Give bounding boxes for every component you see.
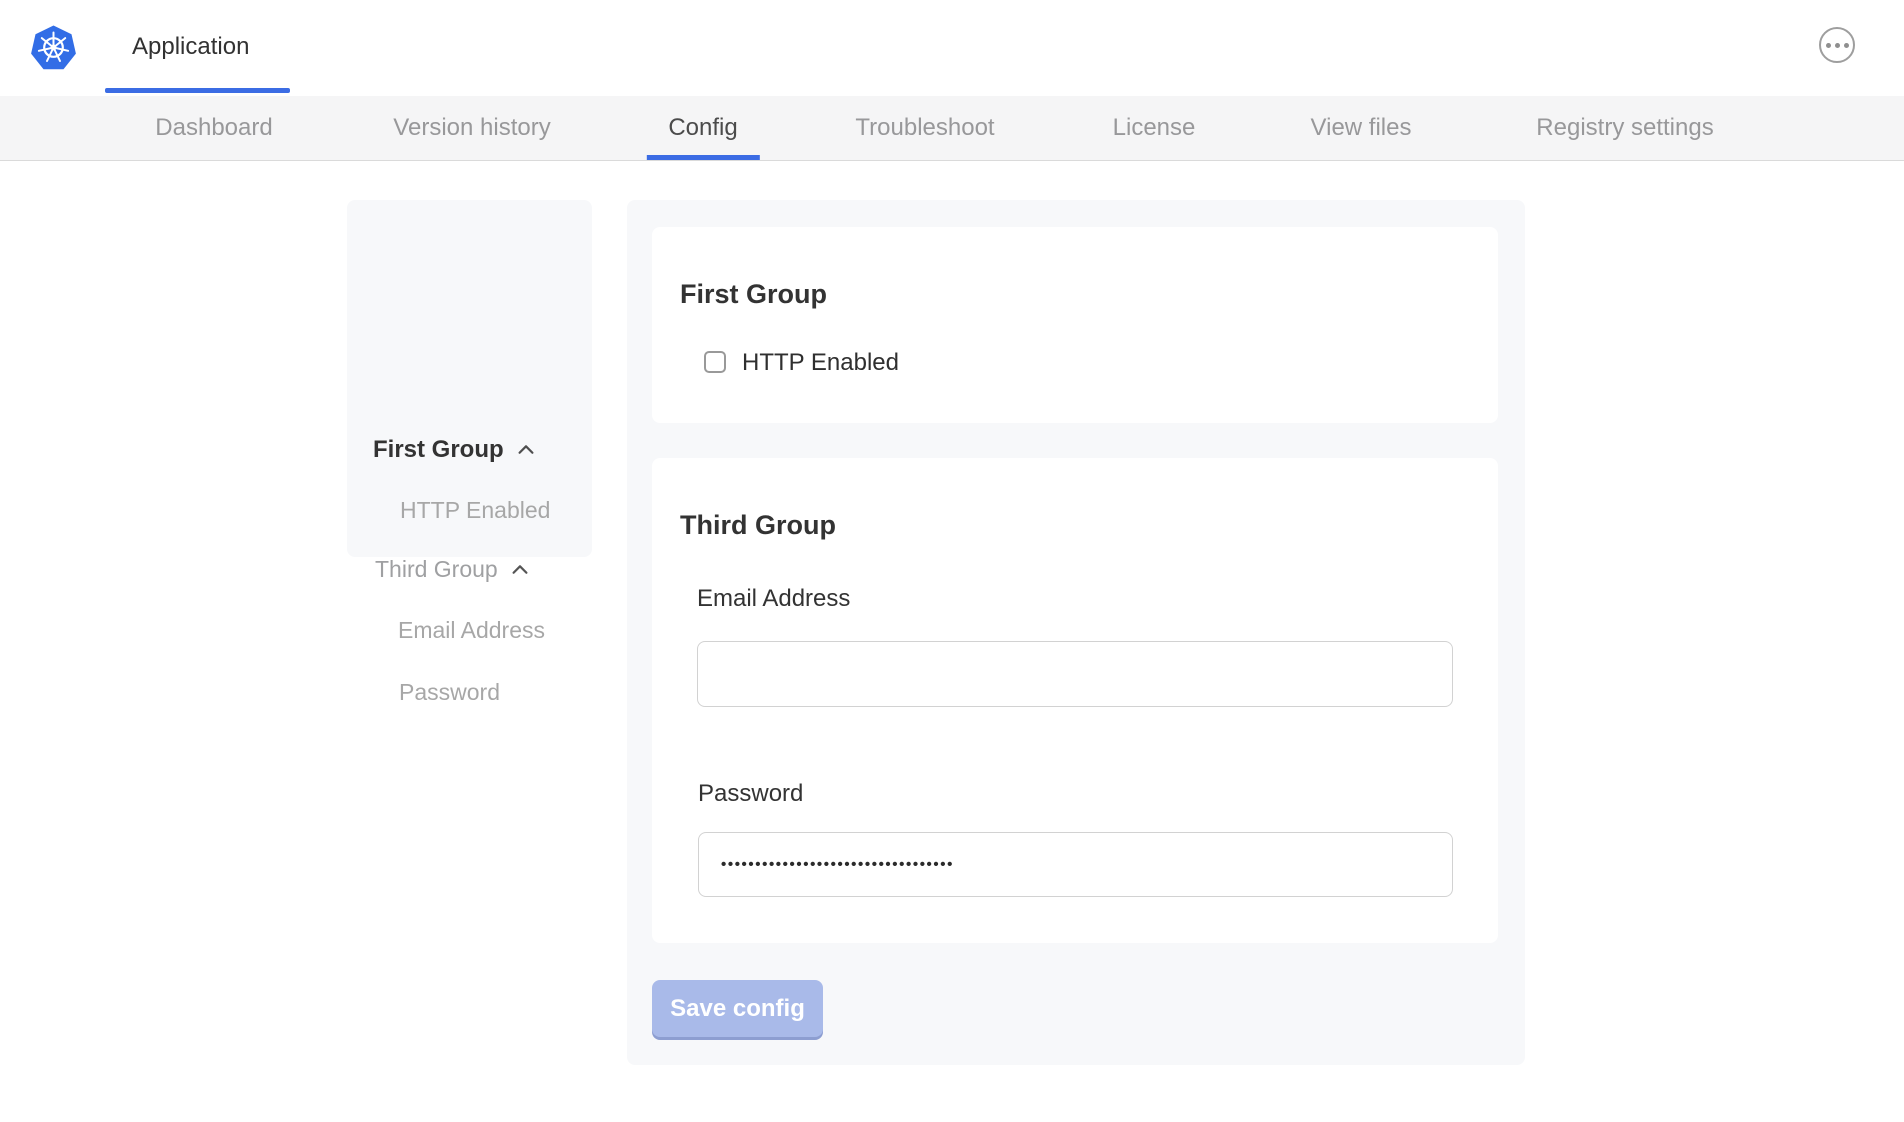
- app-tab-application[interactable]: Application: [105, 0, 290, 96]
- sidebar-item-third-group[interactable]: Third Group: [375, 556, 531, 583]
- tab-license[interactable]: License: [1113, 96, 1196, 160]
- sidebar-item-first-group[interactable]: First Group: [373, 436, 537, 464]
- app-tab-label: Application: [132, 33, 249, 61]
- tab-view-files[interactable]: View files: [1311, 96, 1412, 160]
- config-nav-sidebar: First Group HTTP Enabled Third Group Ema…: [347, 200, 592, 557]
- sidebar-item-label: Third Group: [375, 556, 498, 583]
- tab-config[interactable]: Config: [668, 96, 737, 160]
- sidebar-item-label: First Group: [373, 436, 504, 464]
- email-address-input[interactable]: [697, 641, 1453, 707]
- active-app-tab-underline: [105, 88, 290, 93]
- ellipsis-icon: [1826, 43, 1831, 48]
- http-enabled-checkbox[interactable]: [704, 351, 726, 373]
- sidebar-item-http-enabled[interactable]: HTTP Enabled: [400, 497, 550, 524]
- sidebar-item-email-address[interactable]: Email Address: [398, 617, 545, 644]
- app-nav-tabs: Dashboard Version history Config Trouble…: [0, 96, 1904, 161]
- sidebar-item-password[interactable]: Password: [399, 679, 500, 706]
- config-content-panel: First Group HTTP Enabled Third Group Ema…: [627, 200, 1525, 1065]
- config-group-card-first-group: First Group HTTP Enabled: [652, 227, 1498, 423]
- config-group-card-third-group: Third Group Email Address Password: [652, 458, 1498, 943]
- group-title: Third Group: [680, 510, 836, 541]
- http-enabled-checkbox-label[interactable]: HTTP Enabled: [742, 349, 899, 377]
- password-input[interactable]: [698, 832, 1453, 897]
- save-config-button[interactable]: Save config: [652, 980, 823, 1037]
- tab-troubleshoot[interactable]: Troubleshoot: [855, 96, 994, 160]
- tab-registry-settings[interactable]: Registry settings: [1536, 96, 1713, 160]
- tab-dashboard[interactable]: Dashboard: [155, 96, 272, 160]
- chevron-up-icon: [515, 439, 537, 461]
- chevron-up-icon: [509, 559, 531, 581]
- overflow-menu-button[interactable]: [1819, 27, 1855, 63]
- kubernetes-logo-icon: [30, 25, 77, 72]
- sidebar-item-label: Email Address: [398, 617, 545, 644]
- sidebar-item-label: Password: [399, 679, 500, 706]
- kots-admin-config-page: { "header": { "app_tab_label": "Applicat…: [0, 0, 1904, 1122]
- sidebar-item-label: HTTP Enabled: [400, 497, 550, 524]
- email-address-label: Email Address: [697, 585, 850, 613]
- app-header: Application: [0, 0, 1904, 97]
- tab-version-history[interactable]: Version history: [393, 96, 550, 160]
- password-label: Password: [698, 780, 803, 808]
- group-title: First Group: [680, 279, 827, 310]
